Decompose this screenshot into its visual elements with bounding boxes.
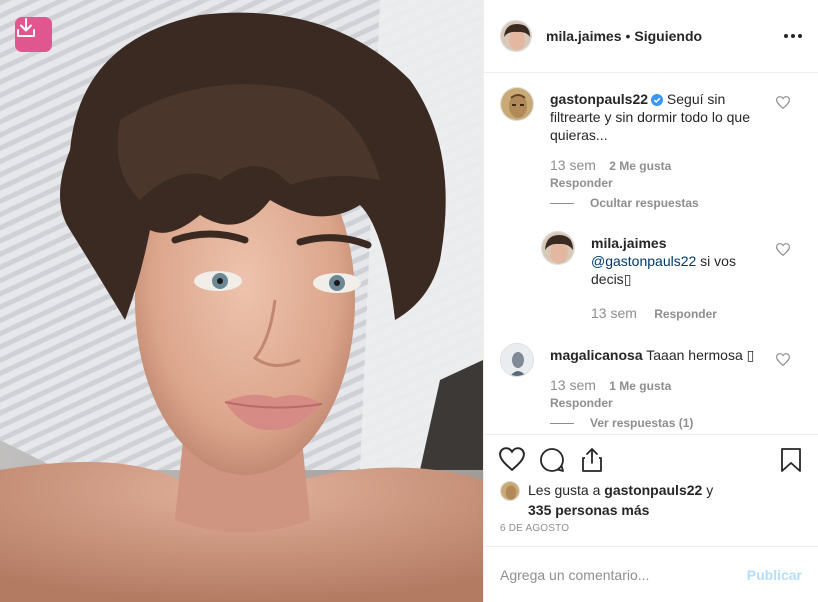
comment-item: gastonpauls22 Seguí sin filtrearte y sin… — [500, 87, 800, 237]
post-header: mila.jaimes • Siguiendo — [484, 0, 818, 73]
likes-text: Les gusta a gastonpauls22 y 335 personas… — [500, 480, 802, 520]
comment-meta: 13 sem 2 Me gusta — [550, 157, 671, 173]
post-photo[interactable] — [0, 0, 483, 602]
comment-username[interactable]: magalicanosa — [550, 347, 643, 363]
liker-avatar[interactable] — [500, 481, 520, 501]
likes-summary: Les gusta a gastonpauls22 y 335 personas… — [500, 480, 802, 520]
comment-likes[interactable]: 1 Me gusta — [609, 379, 671, 393]
add-comment-bar: Publicar — [484, 546, 818, 602]
reply-item: mila.jaimes @gastonpauls22 si vos decis▯… — [541, 231, 801, 331]
comment-body: magalicanosa Taaan hermosa ▯ — [550, 346, 765, 364]
comment-like-heart-icon[interactable] — [776, 96, 790, 109]
reply-emoji: ▯ — [623, 271, 632, 287]
hide-replies-label: Ocultar respuestas — [590, 196, 699, 210]
reply-avatar[interactable] — [541, 231, 575, 265]
reply-button[interactable]: Responder — [550, 396, 613, 410]
commenter-avatar[interactable] — [500, 87, 534, 121]
comment-body: gastonpauls22 Seguí sin filtrearte y sin… — [550, 90, 765, 144]
comment-actions: Responder — [550, 396, 613, 410]
comments-list[interactable]: gastonpauls22 Seguí sin filtrearte y sin… — [484, 74, 818, 434]
likes-prefix: Les gusta a — [528, 482, 605, 498]
likes-count[interactable]: 335 personas más — [528, 502, 649, 518]
comment-icon[interactable] — [539, 447, 565, 473]
author-avatar[interactable] — [500, 20, 532, 52]
share-icon[interactable] — [580, 447, 604, 473]
download-icon — [17, 18, 35, 37]
thread-line — [550, 202, 574, 204]
thread-line — [550, 422, 574, 424]
more-options-icon[interactable] — [784, 28, 802, 44]
heart-icon[interactable] — [499, 447, 525, 471]
reply-like-heart-icon[interactable] — [776, 243, 790, 256]
comment-actions: Responder — [550, 176, 613, 190]
post-actions — [484, 434, 818, 484]
view-replies-button[interactable]: Ver respuestas (1) — [550, 416, 693, 430]
reply-username[interactable]: mila.jaimes — [591, 234, 751, 252]
post-date[interactable]: 6 DE AGOSTO — [500, 523, 569, 534]
comment-item: magalicanosa Taaan hermosa ▯ 13 sem 1 Me… — [500, 343, 800, 434]
reply-button[interactable]: Responder — [550, 176, 613, 190]
comment-input[interactable] — [500, 566, 747, 583]
comment-emoji: ▯ — [746, 347, 755, 363]
verified-badge-icon — [651, 94, 664, 106]
commenter-avatar[interactable] — [500, 343, 534, 377]
author-username[interactable]: mila.jaimes — [546, 28, 622, 44]
view-replies-label: Ver respuestas (1) — [590, 416, 694, 430]
comment-time[interactable]: 13 sem — [550, 377, 596, 393]
comment-time[interactable]: 13 sem — [550, 157, 596, 173]
likes-user[interactable]: gastonpauls22 — [604, 482, 702, 498]
likes-middle: y — [702, 482, 714, 498]
publish-button[interactable]: Publicar — [747, 567, 802, 583]
comment-likes[interactable]: 2 Me gusta — [609, 159, 671, 173]
reply-meta: 13 sem Responder — [591, 305, 717, 321]
comment-username[interactable]: gastonpauls22 — [550, 91, 648, 107]
reply-reply-button[interactable]: Responder — [654, 307, 717, 321]
hide-replies-button[interactable]: Ocultar respuestas — [550, 196, 699, 210]
bookmark-icon[interactable] — [780, 447, 802, 473]
comment-like-heart-icon[interactable] — [776, 353, 790, 366]
follow-status[interactable]: Siguiendo — [634, 28, 702, 44]
reply-time[interactable]: 13 sem — [591, 305, 637, 321]
reply-mention[interactable]: @gastonpauls22 — [591, 253, 696, 269]
reply-body: mila.jaimes @gastonpauls22 si vos decis▯ — [591, 234, 751, 288]
post-side-panel: mila.jaimes • Siguiendo gastonpauls22 Se… — [483, 0, 818, 602]
comment-meta: 13 sem 1 Me gusta — [550, 377, 671, 393]
download-button[interactable] — [15, 17, 52, 52]
header-separator: • — [625, 28, 631, 44]
selfie-photo — [0, 0, 483, 602]
comment-text: Taaan hermosa — [646, 347, 747, 363]
